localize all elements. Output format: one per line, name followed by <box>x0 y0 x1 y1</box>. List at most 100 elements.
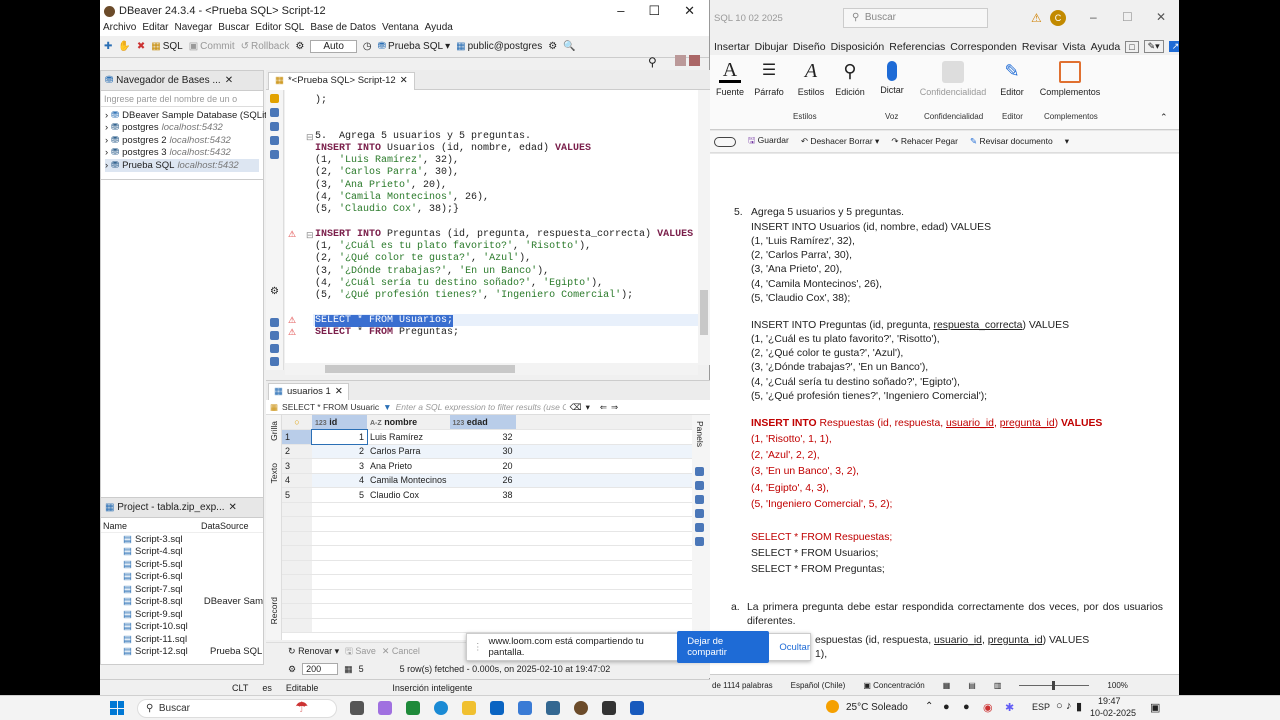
new-script-icon[interactable] <box>270 318 279 327</box>
hide-button[interactable]: Ocultar <box>779 642 810 653</box>
weather-text[interactable]: 25°C Soleado <box>846 702 908 713</box>
script-item[interactable]: ▤ Script-12.sql Prueba SQL <box>123 646 263 659</box>
sql-button[interactable]: ▦ SQL <box>151 41 182 52</box>
start-icon[interactable] <box>110 701 124 715</box>
copilot-icon[interactable] <box>378 701 392 715</box>
table-cell[interactable]: 38 <box>449 487 516 503</box>
customize-qat-icon[interactable]: ▾ <box>1065 136 1069 147</box>
import-icon[interactable] <box>270 344 279 353</box>
complementos-button[interactable]: Complementos <box>1036 61 1104 97</box>
script-item[interactable]: ▤ Script-9.sql <box>123 608 263 621</box>
read-mode-icon[interactable]: ▦ <box>943 681 951 690</box>
battery-icon[interactable]: ▮ <box>1076 700 1082 713</box>
script-item[interactable]: ▤ Script-7.sql <box>123 583 263 596</box>
zoom-level[interactable]: 100% <box>1107 681 1127 690</box>
dbeaver-icon[interactable] <box>574 701 588 715</box>
table-cell[interactable] <box>515 487 692 503</box>
language-status[interactable]: Español (Chile) <box>791 681 846 690</box>
close-icon[interactable]: ✕ <box>225 75 233 86</box>
avatar[interactable]: C <box>1050 10 1066 26</box>
deshacer-button[interactable]: ↶ Deshacer Borrar ▾ <box>801 136 880 147</box>
menu-archivo[interactable]: Archivo <box>103 22 136 36</box>
record-icon[interactable]: ◉ <box>983 701 993 714</box>
tree-item-postgres-3[interactable]: › ⛃ postgres 3 localhost:5432 <box>105 147 259 160</box>
tree-item-prueba-sql[interactable]: › ⛃ Prueba SQL localhost:5432 <box>105 159 259 172</box>
clock-date[interactable]: 10-02-2025 <box>1090 708 1136 718</box>
tab-insertar[interactable]: Insertar <box>714 41 750 53</box>
panels-tab[interactable]: Panels <box>695 421 705 447</box>
perspective-db-icon[interactable] <box>689 55 700 66</box>
filter-input[interactable]: Enter a SQL expression to filter results… <box>396 402 566 412</box>
revisar-button[interactable]: ✎ Revisar documento <box>970 136 1053 147</box>
stop-sharing-button[interactable]: Dejar de compartir <box>677 631 770 663</box>
table-cell[interactable]: 5 <box>282 487 312 503</box>
toggle-icon[interactable] <box>714 136 736 147</box>
table-row[interactable]: 2 2 Carlos Parra 30 <box>282 444 692 459</box>
table-row[interactable]: 3 3 Ana Prieto 20 <box>282 458 692 474</box>
tree-item-postgres-2[interactable]: › ⛃ postgres 2 localhost:5432 <box>105 134 259 147</box>
edicion-button[interactable]: ⚲ Edición <box>832 61 868 97</box>
table-cell[interactable]: 32 <box>449 429 516 445</box>
tab-texto[interactable]: Texto <box>269 463 279 483</box>
expand-icon[interactable]: › <box>105 160 108 171</box>
tab-vista[interactable]: Vista <box>1062 41 1085 53</box>
perspective-icon[interactable] <box>675 55 686 66</box>
search-box[interactable]: ⚲ Buscar <box>843 8 988 28</box>
table-row[interactable]: 1 1 Luis Ramírez 32 <box>282 428 692 445</box>
format-icon[interactable] <box>270 136 279 145</box>
edge-icon[interactable] <box>434 701 448 715</box>
volume-icon[interactable]: ♪ <box>1066 700 1072 712</box>
maximize-button[interactable]: ☐ <box>1122 10 1133 24</box>
table-cell[interactable]: 3 <box>282 458 312 474</box>
table-cell[interactable]: 20 <box>449 458 516 474</box>
table-cell[interactable]: 5 <box>312 487 367 503</box>
editor-vscrollbar[interactable] <box>698 90 710 365</box>
warning-icon[interactable]: ⚠ <box>1031 11 1042 25</box>
script-item[interactable]: ▤ Script-6.sql <box>123 571 263 584</box>
expand-icon[interactable]: › <box>105 147 108 158</box>
script-item[interactable]: ▤ Script-8.sql DBeaver Sam <box>123 596 263 609</box>
outlook-icon[interactable] <box>490 701 504 715</box>
scroll-thumb[interactable] <box>700 290 708 335</box>
execute-icon[interactable] <box>270 94 279 103</box>
table-cell[interactable]: 1 <box>311 428 368 445</box>
explain-icon[interactable] <box>270 122 279 131</box>
disconnect-icon[interactable]: ✖ <box>137 41 145 52</box>
close-icon[interactable]: ✕ <box>400 75 408 88</box>
zoom-thumb[interactable] <box>1052 680 1056 690</box>
limit-input[interactable]: 200 <box>302 663 339 675</box>
menu-editar[interactable]: Editar <box>142 22 168 36</box>
explorer-icon[interactable] <box>462 701 476 715</box>
editor-tab[interactable]: ▦ *<Prueba SQL> Script-12 ✕ <box>268 72 415 90</box>
schema-selector[interactable]: ▦ public@postgres <box>456 41 542 52</box>
table-cell[interactable]: 3 <box>312 458 367 474</box>
table-cell[interactable]: 4 <box>282 473 312 488</box>
limit-settings-icon[interactable]: ⚙ <box>288 664 296 675</box>
close-icon[interactable]: ✕ <box>229 502 237 513</box>
table-cell[interactable]: 1 <box>282 429 312 445</box>
table-row[interactable]: 4 4 Camila Montecinos 26 <box>282 473 692 488</box>
store-icon[interactable] <box>406 701 420 715</box>
confidencialidad-button[interactable]: Confidencialidad <box>914 61 992 97</box>
tab-diseno[interactable]: Diseño <box>793 41 826 53</box>
web-layout-icon[interactable]: ▥ <box>994 681 1002 690</box>
table-cell[interactable] <box>515 444 692 459</box>
history-icon[interactable]: ◷ <box>363 41 372 52</box>
table-cell[interactable]: Camila Montecinos <box>367 473 450 488</box>
table-row[interactable]: 5 5 Claudio Cox 38 <box>282 487 692 503</box>
panel-icon[interactable] <box>695 523 704 532</box>
word-icon[interactable] <box>630 701 644 715</box>
menu-ayuda[interactable]: Ayuda <box>425 22 453 36</box>
estilos-button[interactable]: A Estilos <box>794 61 828 97</box>
focus-mode[interactable]: ▣ Concentración <box>863 681 924 690</box>
tab-disposicion[interactable]: Disposición <box>831 41 885 53</box>
loom-icon[interactable]: ✱ <box>1005 701 1014 714</box>
panel-icon[interactable] <box>695 495 704 504</box>
renovar-button[interactable]: ↻ Renovar ▾ <box>288 646 339 657</box>
settings-icon[interactable]: ⚙ <box>548 41 557 52</box>
table-cell[interactable] <box>515 473 692 488</box>
col-header-nombre[interactable]: A-Z nombre <box>367 415 450 430</box>
panel-icon[interactable] <box>695 509 704 518</box>
table-cell[interactable]: 4 <box>312 473 367 488</box>
tab-grilla[interactable]: Grilla <box>269 421 279 441</box>
